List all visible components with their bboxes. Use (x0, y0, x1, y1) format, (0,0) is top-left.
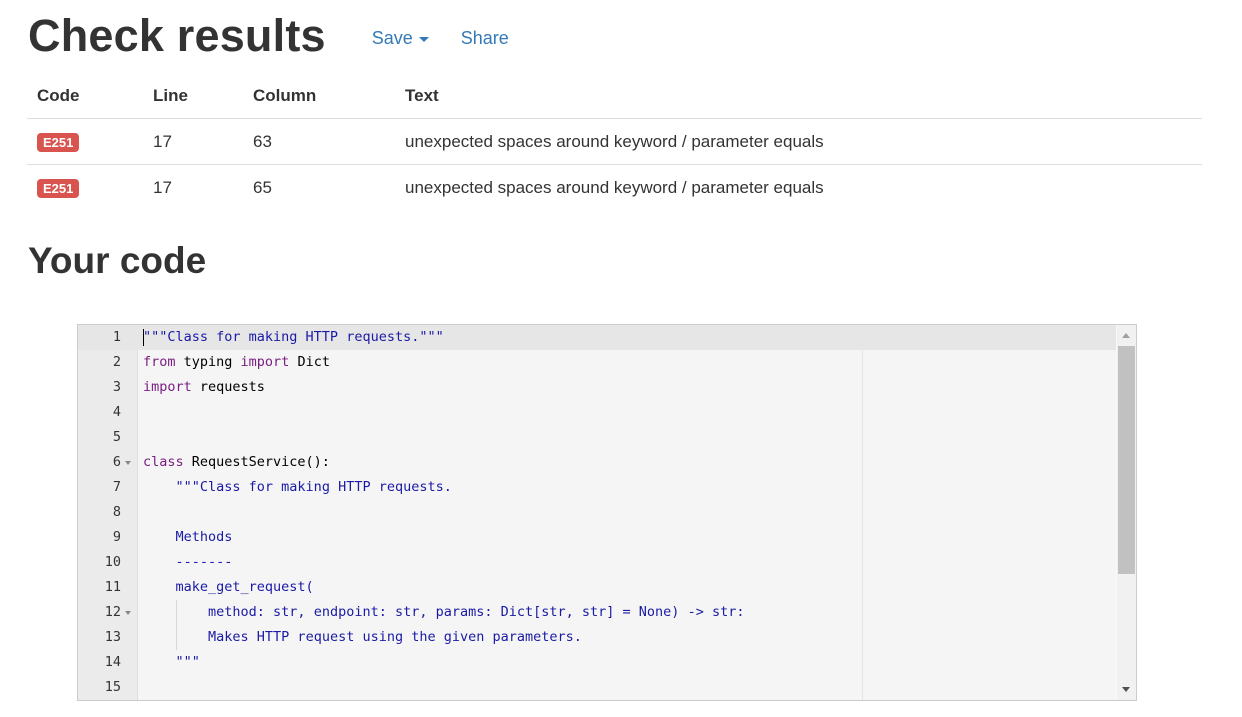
code-line: 11 make_get_request( (78, 575, 1116, 600)
column-cell: 63 (243, 118, 395, 165)
code-line: 5 (78, 425, 1116, 450)
header-actions: Save Share (372, 28, 509, 49)
code-line: 15 (78, 675, 1116, 700)
code-line-text: Methods (175, 529, 233, 545)
code-line: 13 Makes HTTP request using the given pa… (78, 625, 1116, 650)
code-line: 4 (78, 400, 1116, 425)
code-line-text: Makes HTTP request using the given param… (208, 629, 582, 645)
scroll-down-arrow-icon[interactable] (1122, 687, 1130, 692)
line-number: 8 (112, 504, 121, 520)
results-table: Code Line Column Text E251 17 63 unexpec… (27, 74, 1202, 210)
column-header-text: Text (395, 74, 1202, 119)
error-code-badge: E251 (37, 178, 80, 198)
code-line: 10 ------- (78, 550, 1116, 575)
text-cell: unexpected spaces around keyword / param… (405, 177, 824, 197)
error-code-badge: E251 (37, 132, 80, 152)
scroll-up-arrow-icon[interactable] (1122, 333, 1130, 338)
column-header-column: Column (243, 74, 395, 119)
code-line: 7 """Class for making HTTP requests. (78, 475, 1116, 500)
code-line: 8 (78, 500, 1116, 525)
fold-toggle-icon[interactable] (125, 611, 131, 615)
line-cell: 17 (153, 177, 172, 197)
line-number: 4 (112, 404, 121, 420)
caret-down-icon (418, 37, 429, 42)
text-cursor (143, 329, 144, 346)
table-header-row: Code Line Column Text (27, 74, 1202, 119)
column-header-code: Code (27, 74, 143, 119)
line-number: 2 (112, 354, 121, 370)
line-number: 6 (112, 454, 121, 470)
code-line: 2 from typing import Dict (78, 350, 1116, 375)
fold-toggle-icon[interactable] (125, 461, 131, 465)
code-line-text: import requests (143, 379, 265, 395)
results-header: Check results Save Share (28, 8, 509, 64)
code-editor[interactable]: 1 """Class for making HTTP requests.""" 2 f… (77, 324, 1137, 701)
code-line-text: """Class for making HTTP requests.""" (143, 329, 444, 345)
page-title: Check results (28, 10, 326, 61)
save-dropdown-button[interactable]: Save (372, 28, 429, 49)
code-cell: E251 (27, 118, 143, 165)
column-header-line: Line (143, 74, 243, 119)
column-cell: 65 (253, 177, 272, 197)
line-number: 7 (112, 479, 121, 495)
save-label: Save (371, 27, 413, 48)
line-number: 12 (104, 604, 121, 620)
your-code-heading: Your code (28, 240, 207, 281)
page: Check results Save Share Code Line Colum… (0, 0, 1242, 717)
line-number: 1 (112, 329, 121, 345)
text-cell: unexpected spaces around keyword / param… (395, 118, 1202, 165)
code-line: 1 """Class for making HTTP requests.""" (78, 325, 1116, 350)
share-link[interactable]: Share (461, 28, 509, 49)
line-number: 5 (112, 429, 121, 445)
table-row: E251 17 63 unexpected spaces around keyw… (27, 118, 1202, 165)
line-number: 11 (104, 579, 121, 595)
code-line: 12 method: str, endpoint: str, params: D… (78, 600, 1116, 625)
code-line-text: method: str, endpoint: str, params: Dict… (208, 604, 745, 620)
line-number: 13 (104, 629, 121, 645)
line-number: 9 (112, 529, 121, 545)
code-line-text: from typing import Dict (143, 354, 330, 370)
code-line: 6 class RequestService(): (78, 450, 1116, 475)
code-line: 9 Methods (78, 525, 1116, 550)
line-number: 10 (104, 554, 121, 570)
code-cell: E251 (27, 165, 143, 211)
line-number: 14 (104, 654, 121, 670)
line-cell: 17 (143, 118, 243, 165)
code-line-text: """ (175, 654, 200, 670)
scrollbar-thumb[interactable] (1118, 346, 1135, 574)
table-row: E251 17 65 unexpected spaces around keyw… (27, 165, 1202, 211)
code-line-text: make_get_request( (175, 579, 314, 595)
code-line-text: """Class for making HTTP requests. (175, 479, 452, 495)
line-number: 15 (104, 679, 121, 695)
line-number: 3 (112, 379, 121, 395)
code-line: 3 import requests (78, 375, 1116, 400)
code-line-text: ------- (175, 554, 233, 570)
code-line: 14 """ (78, 650, 1116, 675)
vertical-scrollbar[interactable] (1117, 325, 1136, 700)
code-line-text: class RequestService(): (143, 454, 330, 470)
